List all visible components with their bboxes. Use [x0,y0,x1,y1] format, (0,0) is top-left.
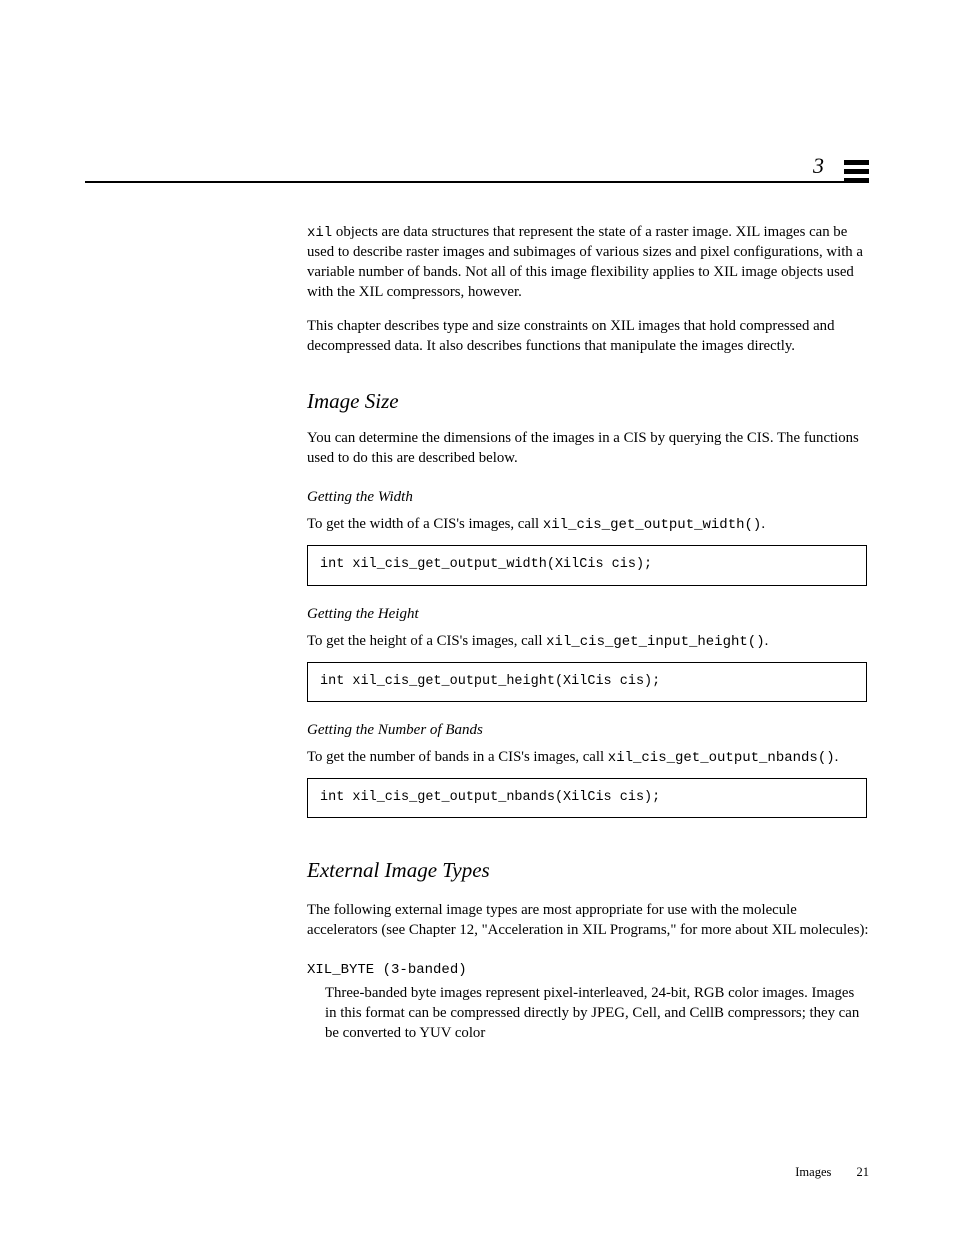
triple-bar-icon [844,160,869,183]
section-title-external: External Image Types [307,856,869,884]
subhead-width: Getting the Width [307,487,869,507]
footer: Images 21 [795,1165,869,1180]
code-bands: int xil_cis_get_output_nbands(XilCis cis… [307,778,867,818]
intro-lead-label: xil [307,225,332,241]
footer-text: Images [795,1165,831,1179]
width-lead: To get the width of a CIS's images, call [307,516,543,532]
header-page-number: 3 [813,153,824,179]
height-fn: xil_cis_get_input_height() [546,634,764,650]
header-rule: 3 [85,155,869,183]
code-width: int xil_cis_get_output_width(XilCis cis)… [307,545,867,585]
height-para: To get the height of a CIS's images, cal… [307,632,869,652]
external-para: The following external image types are m… [307,901,869,941]
intro-para-1-text: objects are data structures that represe… [307,224,863,300]
subhead-bands: Getting the Number of Bands [307,720,869,740]
size-intro-para: You can determine the dimensions of the … [307,429,869,469]
footer-page-number: 21 [857,1165,870,1179]
intro-para-1: xil objects are data structures that rep… [307,223,869,303]
height-lead: To get the height of a CIS's images, cal… [307,633,546,649]
bands-lead: To get the number of bands in a CIS's im… [307,749,608,765]
section-title-image-size: Image Size [307,387,869,415]
bands-para: To get the number of bands in a CIS's im… [307,748,869,768]
width-fn: xil_cis_get_output_width() [543,517,761,533]
subhead-height: Getting the Height [307,604,869,624]
intro-para-2: This chapter describes type and size con… [307,317,869,357]
code-height: int xil_cis_get_output_height(XilCis cis… [307,662,867,702]
external-item-1-head: XIL_BYTE (3-banded) [307,961,869,980]
external-item-1-body: Three-banded byte images represent pixel… [325,984,869,1044]
width-para: To get the width of a CIS's images, call… [307,515,869,535]
bands-fn: xil_cis_get_output_nbands() [608,750,835,766]
